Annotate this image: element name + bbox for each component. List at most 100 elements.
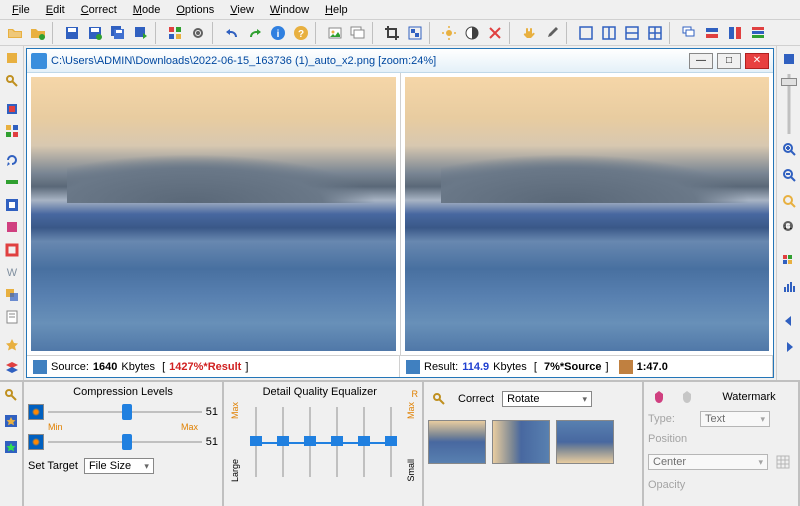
tool-watermark-icon[interactable]: W — [1, 262, 23, 283]
correct-key-icon[interactable] — [428, 388, 450, 410]
tool-metadata-icon[interactable] — [1, 307, 23, 328]
images-icon[interactable] — [347, 22, 369, 44]
menu-file[interactable]: File — [4, 2, 38, 17]
svg-text:?: ? — [298, 29, 304, 40]
watermark-disabled-icon[interactable] — [676, 386, 698, 408]
export-icon[interactable] — [130, 22, 152, 44]
tool-overlay-icon[interactable] — [1, 284, 23, 305]
eyedropper-icon[interactable] — [541, 22, 563, 44]
zoom-100-icon[interactable]: 1:1 — [778, 216, 800, 238]
document-window: C:\Users\ADMIN\Downloads\2022-06-15_1637… — [26, 48, 774, 378]
target-mode-select[interactable]: File Size — [84, 458, 154, 474]
menu-edit[interactable]: Edit — [38, 2, 73, 17]
help-icon[interactable]: ? — [290, 22, 312, 44]
watermark-pos-grid-icon[interactable] — [772, 451, 794, 473]
arrange-icon[interactable] — [747, 22, 769, 44]
save-all-icon[interactable] — [107, 22, 129, 44]
contrast-icon[interactable] — [461, 22, 483, 44]
correct-mode-select[interactable]: Rotate — [502, 391, 592, 407]
quality-slider[interactable] — [48, 404, 202, 420]
compression-panel: Compression Levels 51 MinMax 51 Set Targ… — [24, 382, 224, 506]
undo-icon[interactable] — [221, 22, 243, 44]
view-split-h-icon[interactable] — [621, 22, 643, 44]
zoom-slider[interactable] — [781, 74, 797, 134]
menu-options[interactable]: Options — [168, 2, 222, 17]
watermark-type-select[interactable]: Text — [700, 411, 770, 427]
rotate-180-thumb[interactable] — [556, 420, 614, 464]
save-icon[interactable] — [61, 22, 83, 44]
settings-icon[interactable] — [187, 22, 209, 44]
watermark-title: Watermark — [704, 391, 794, 403]
info-icon[interactable]: i — [267, 22, 289, 44]
batch-icon[interactable] — [164, 22, 186, 44]
zoom-out-icon[interactable] — [778, 164, 800, 186]
correct-panel: Correct Rotate — [424, 382, 644, 506]
tool-layers-icon[interactable] — [1, 358, 23, 379]
document-titlebar[interactable]: C:\Users\ADMIN\Downloads\2022-06-15_1637… — [27, 49, 773, 73]
tool-resize2-icon[interactable] — [1, 172, 23, 193]
menubar: File Edit Correct Mode Options View Wind… — [0, 0, 800, 20]
eq-slider-5[interactable] — [358, 407, 370, 477]
menu-correct[interactable]: Correct — [73, 2, 125, 17]
eq-slider-3[interactable] — [304, 407, 316, 477]
zoom-top-icon[interactable] — [778, 48, 800, 70]
close-button[interactable]: ✕ — [745, 53, 769, 69]
source-image-pane[interactable] — [27, 73, 401, 355]
tool-correct-icon[interactable] — [1, 48, 23, 69]
palette-icon[interactable] — [778, 250, 800, 272]
rotate-0-thumb[interactable] — [428, 420, 486, 464]
watermark-enabled-icon[interactable] — [648, 386, 670, 408]
view-split-v-icon[interactable] — [598, 22, 620, 44]
save-as-icon[interactable] — [84, 22, 106, 44]
tool-canvas-icon[interactable] — [1, 217, 23, 238]
tool-compress-icon[interactable] — [1, 99, 23, 120]
rotate-90-thumb[interactable] — [492, 420, 550, 464]
tile-v-icon[interactable] — [724, 22, 746, 44]
document-title: C:\Users\ADMIN\Downloads\2022-06-15_1637… — [51, 55, 685, 67]
crop-icon[interactable] — [381, 22, 403, 44]
comp-key-icon[interactable] — [0, 384, 22, 406]
tool-favorites-icon[interactable] — [1, 335, 23, 356]
menu-mode[interactable]: Mode — [125, 2, 169, 17]
maximize-button[interactable]: □ — [717, 53, 741, 69]
hand-icon[interactable] — [518, 22, 540, 44]
open-file-icon[interactable] — [4, 22, 26, 44]
zoom-in-icon[interactable] — [778, 138, 800, 160]
reset-icon[interactable] — [484, 22, 506, 44]
eq-slider-1[interactable] — [250, 407, 262, 477]
view-quad-icon[interactable] — [644, 22, 666, 44]
tool-border-icon[interactable] — [1, 239, 23, 260]
brightness-icon[interactable] — [438, 22, 460, 44]
image-icon[interactable] — [324, 22, 346, 44]
menu-help[interactable]: Help — [317, 2, 356, 17]
cascade-icon[interactable] — [678, 22, 700, 44]
eq-slider-2[interactable] — [277, 407, 289, 477]
quality2-icon — [28, 434, 44, 450]
watermark-position-select[interactable]: Center — [648, 454, 768, 470]
minimize-button[interactable]: — — [689, 53, 713, 69]
comp-preset2-icon[interactable] — [0, 436, 22, 458]
zoom-fit-icon[interactable] — [778, 190, 800, 212]
svg-text:1:1: 1:1 — [783, 225, 792, 231]
redo-icon[interactable] — [244, 22, 266, 44]
next-icon[interactable] — [778, 336, 800, 358]
menu-view[interactable]: View — [222, 2, 262, 17]
prev-icon[interactable] — [778, 310, 800, 332]
menu-window[interactable]: Window — [262, 2, 317, 17]
tool-thumbnails-icon[interactable] — [1, 121, 23, 142]
histogram-icon[interactable] — [778, 276, 800, 298]
eq-slider-6[interactable] — [385, 407, 397, 477]
result-image-pane[interactable] — [401, 73, 774, 355]
tool-key-icon[interactable] — [1, 71, 23, 92]
tool-rotate-icon[interactable] — [1, 149, 23, 170]
comp-preset1-icon[interactable] — [0, 410, 22, 432]
ratio-icon — [619, 360, 633, 374]
open-folder-icon[interactable] — [27, 22, 49, 44]
equalizer-panel: Detail Quality EqualizerR Max Large Max … — [224, 382, 424, 506]
resize-icon[interactable] — [404, 22, 426, 44]
tile-h-icon[interactable] — [701, 22, 723, 44]
quality2-slider[interactable] — [48, 434, 202, 450]
eq-slider-4[interactable] — [331, 407, 343, 477]
view-single-icon[interactable] — [575, 22, 597, 44]
tool-crop2-icon[interactable] — [1, 194, 23, 215]
